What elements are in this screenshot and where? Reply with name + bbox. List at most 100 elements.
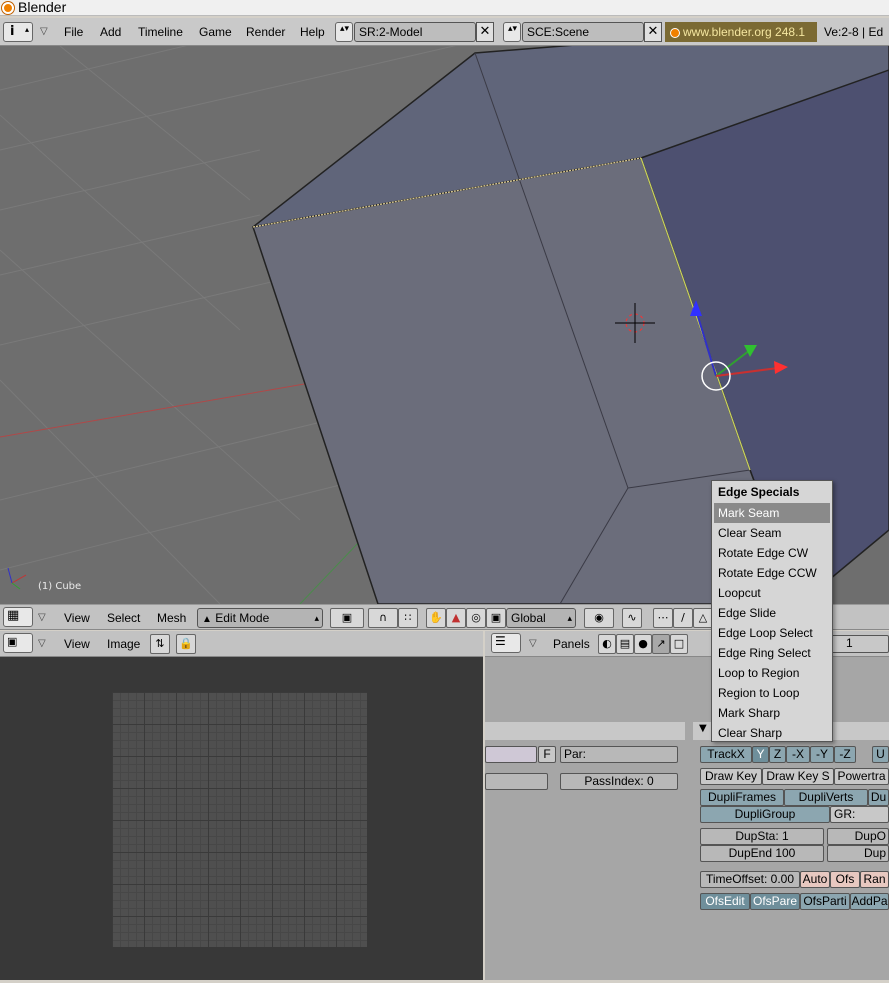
info-header: i ▴ ▽ File Add Timeline Game Render Help… [0, 18, 889, 46]
menu-item-clear-seam[interactable]: Clear Seam [712, 523, 832, 543]
scene-name-field[interactable]: SCE:Scene [522, 22, 644, 42]
view-axis-icon [7, 567, 27, 590]
edge-select-icon[interactable]: / [673, 608, 693, 628]
ofsedit-button[interactable]: OfsEdit [700, 893, 750, 910]
blender-url-link[interactable]: www.blender.org 248.1 [665, 22, 817, 42]
menu-item-edge-slide[interactable]: Edge Slide [712, 603, 832, 623]
screen-delete-button[interactable]: ✕ [476, 22, 494, 42]
dupligroup-button[interactable]: DupliGroup [700, 806, 830, 823]
proportional-edit-icon[interactable]: ◉ [584, 608, 614, 628]
manipulator-translate-icon[interactable]: ▲ [446, 608, 466, 628]
draw-key-sel-button[interactable]: Draw Key S [762, 768, 834, 785]
menu-timeline[interactable]: Timeline [134, 22, 187, 42]
menu-image[interactable]: Image [107, 634, 140, 654]
menu-item-mark-seam[interactable]: Mark Seam [714, 503, 830, 523]
logic-context-icon[interactable]: ◐ [598, 634, 616, 654]
track-z-button[interactable]: Z [769, 746, 786, 763]
parent-field[interactable] [485, 746, 537, 763]
lock-icon[interactable]: 🔒 [176, 634, 196, 654]
proportional-falloff-icon[interactable]: ∿ [622, 608, 642, 628]
manipulator-hand-icon[interactable]: ✋ [426, 608, 446, 628]
ofs-button[interactable]: Ofs [830, 871, 860, 888]
collapse-menu-icon[interactable]: ▽ [529, 634, 537, 654]
menu-item-edge-loop-select[interactable]: Edge Loop Select [712, 623, 832, 643]
menu-item-edge-ring-select[interactable]: Edge Ring Select [712, 643, 832, 663]
draw-key-button[interactable]: Draw Key [700, 768, 762, 785]
dupsta-field[interactable]: DupSta: 1 [700, 828, 824, 845]
screen-name-field[interactable]: SR:2-Model [354, 22, 476, 42]
script-context-icon[interactable]: ▤ [616, 634, 634, 654]
track-negy-button[interactable]: -Y [810, 746, 834, 763]
dropdown-arrow-icon: ▴ [567, 613, 572, 623]
orientation-label: Global [511, 611, 546, 625]
window-title: Blender [18, 0, 67, 15]
pivot-icon[interactable]: ∩ [368, 608, 398, 628]
editor-type-image-icon[interactable]: ▣ [3, 633, 33, 653]
menu-file[interactable]: File [60, 22, 87, 42]
face-select-icon[interactable]: △ [693, 608, 713, 628]
menu-render[interactable]: Render [242, 22, 289, 42]
menu-item-region-to-loop[interactable]: Region to Loop [712, 683, 832, 703]
shading-context-icon[interactable]: ● [634, 634, 652, 654]
par-field[interactable]: Par: [560, 746, 678, 763]
editor-type-buttons-icon[interactable]: ☰ [491, 633, 521, 653]
snap-icon[interactable]: ∷ [398, 608, 418, 628]
track-x-button[interactable]: TrackX [700, 746, 752, 763]
mode-dropdown[interactable]: ▲ Edit Mode ▴ [197, 608, 323, 628]
scene-delete-button[interactable]: ✕ [644, 22, 662, 42]
menu-item-rotate-edge-ccw[interactable]: Rotate Edge CCW [712, 563, 832, 583]
track-negx-button[interactable]: -X [786, 746, 810, 763]
collapse-menu-icon[interactable]: ▽ [38, 634, 46, 654]
dupoff-field[interactable]: DupO [827, 828, 889, 845]
menu-game[interactable]: Game [195, 22, 236, 42]
panel-header-left [485, 722, 685, 740]
addparent-button[interactable]: AddPa [850, 893, 889, 910]
menu-add[interactable]: Add [96, 22, 125, 42]
image-browse-icon[interactable]: ⇅ [150, 634, 170, 654]
panels-menu[interactable]: Panels [553, 634, 590, 654]
dupliframes-button[interactable]: DupliFrames [700, 789, 784, 806]
collapse-menu-icon[interactable]: ▽ [36, 22, 52, 42]
dupon-field[interactable]: Dup [827, 845, 889, 862]
track-y-button[interactable]: Y [752, 746, 769, 763]
menu-help[interactable]: Help [296, 22, 329, 42]
pass-field-blank[interactable] [485, 773, 548, 790]
group-field[interactable]: GR: [830, 806, 889, 823]
orientation-dropdown[interactable]: Global ▴ [506, 608, 576, 628]
auto-button[interactable]: Auto [800, 871, 830, 888]
menu-item-loop-to-region[interactable]: Loop to Region [712, 663, 832, 683]
menu-view[interactable]: View [64, 634, 90, 654]
menu-item-rotate-edge-cw[interactable]: Rotate Edge CW [712, 543, 832, 563]
draw-type-icon[interactable]: ▣ [330, 608, 364, 628]
menu-item-mark-sharp[interactable]: Mark Sharp [712, 703, 832, 723]
vertex-select-icon[interactable]: ⋯ [653, 608, 673, 628]
image-editor-area[interactable] [0, 657, 483, 980]
panel-collapse-icon[interactable]: ▼ [699, 723, 707, 734]
menu-item-clear-sharp[interactable]: Clear Sharp [712, 723, 832, 743]
duplifaces-button[interactable]: Du [868, 789, 889, 806]
menu-mesh[interactable]: Mesh [157, 608, 186, 628]
ofspare-button[interactable]: OfsPare [750, 893, 800, 910]
scene-browse-icon[interactable]: ▴▾ [503, 22, 521, 42]
editing-context-icon[interactable]: □ [670, 634, 688, 654]
collapse-menu-icon[interactable]: ▽ [38, 608, 46, 628]
ofsparti-button[interactable]: OfsParti [800, 893, 850, 910]
powertrack-button[interactable]: Powertra [834, 768, 889, 785]
dupliverts-button[interactable]: DupliVerts [784, 789, 868, 806]
editor-type-info-icon[interactable]: i ▴ [3, 22, 33, 42]
manipulator-rotate-icon[interactable]: ◎ [466, 608, 486, 628]
passindex-field[interactable]: PassIndex: 0 [560, 773, 678, 790]
screen-browse-icon[interactable]: ▴▾ [335, 22, 353, 42]
manipulator-scale-icon[interactable]: ▣ [486, 608, 506, 628]
dupend-field[interactable]: DupEnd 100 [700, 845, 824, 862]
editor-type-3d-icon[interactable]: ▦ [3, 607, 33, 627]
ran-button[interactable]: Ran [860, 871, 889, 888]
track-negz-button[interactable]: -Z [834, 746, 856, 763]
timeoffset-field[interactable]: TimeOffset: 0.00 [700, 871, 800, 888]
f-button[interactable]: F [538, 746, 556, 763]
up-axis-button[interactable]: U [872, 746, 889, 763]
menu-item-loopcut[interactable]: Loopcut [712, 583, 832, 603]
object-context-icon[interactable]: ↗ [652, 634, 670, 654]
menu-select[interactable]: Select [107, 608, 140, 628]
menu-view[interactable]: View [64, 608, 90, 628]
